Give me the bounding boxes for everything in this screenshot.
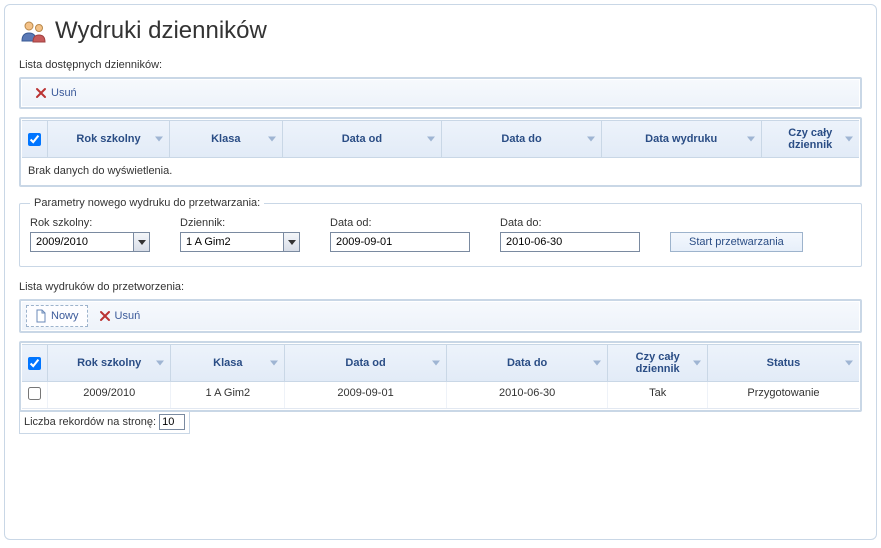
row-class: 1 A Gim2 — [171, 382, 285, 408]
records-input[interactable] — [159, 414, 185, 430]
processing-toolbar-panel: Nowy Usuń — [19, 299, 862, 333]
records-per-page: Liczba rekordów na stronę: — [19, 411, 190, 434]
people-icon — [19, 19, 47, 43]
col-class-2[interactable]: Klasa — [171, 345, 285, 381]
sort-icon — [432, 361, 440, 366]
sort-icon — [427, 137, 435, 142]
new-doc-icon — [35, 309, 47, 323]
sort-icon — [270, 361, 278, 366]
delete-button-2[interactable]: Usuń — [90, 306, 150, 326]
sort-icon — [593, 361, 601, 366]
processing-grid: Rok szkolny Klasa Data od Data do Czy ca… — [19, 341, 862, 412]
date-from-input[interactable] — [330, 232, 470, 252]
journal-label: Dziennik: — [180, 217, 300, 229]
param-date-from: Data od: — [330, 217, 470, 252]
params-fieldset: Parametry nowego wydruku do przetwarzani… — [19, 197, 862, 267]
col-year[interactable]: Rok szkolny — [48, 121, 170, 157]
param-date-to: Data do: — [500, 217, 640, 252]
col-class[interactable]: Klasa — [170, 121, 283, 157]
sort-icon — [845, 361, 853, 366]
row-whole: Tak — [608, 382, 708, 408]
row-date-to: 2010-06-30 — [447, 382, 609, 408]
row-checkbox-cell[interactable] — [22, 382, 48, 408]
col-print-date[interactable]: Data wydruku — [602, 121, 762, 157]
col-whole-2[interactable]: Czy cały dziennik — [608, 345, 708, 381]
year-value: 2009/2010 — [31, 236, 133, 248]
row-status: Przygotowanie — [708, 382, 859, 408]
date-from-label: Data od: — [330, 217, 470, 229]
col-whole[interactable]: Czy cały dziennik — [762, 121, 859, 157]
start-processing-button[interactable]: Start przetwarzania — [670, 232, 803, 252]
new-label: Nowy — [51, 310, 79, 322]
sort-icon — [268, 137, 276, 142]
table-row[interactable]: 2009/2010 1 A Gim2 2009-09-01 2010-06-30… — [22, 382, 859, 409]
page-title: Wydruki dzienników — [55, 17, 267, 45]
col-date-to-2[interactable]: Data do — [447, 345, 609, 381]
journal-value: 1 A Gim2 — [181, 236, 283, 248]
year-select[interactable]: 2009/2010 — [30, 232, 150, 252]
col-status[interactable]: Status — [708, 345, 859, 381]
params-legend: Parametry nowego wydruku do przetwarzani… — [30, 197, 264, 209]
date-to-input[interactable] — [500, 232, 640, 252]
delete-button[interactable]: Usuń — [26, 83, 86, 103]
row-checkbox[interactable] — [28, 387, 41, 400]
new-button[interactable]: Nowy — [26, 305, 88, 327]
grid-head-available: Rok szkolny Klasa Data od Data do Data w… — [22, 120, 859, 158]
sort-icon — [156, 361, 164, 366]
chevron-down-icon — [133, 233, 149, 251]
row-year: 2009/2010 — [48, 382, 171, 408]
delete-icon — [99, 310, 111, 322]
col-checkbox[interactable] — [22, 121, 48, 157]
checkbox-all-available[interactable] — [28, 133, 41, 146]
delete-label-2: Usuń — [115, 310, 141, 322]
col-year-2[interactable]: Rok szkolny — [48, 345, 171, 381]
toolbar-processing: Nowy Usuń — [22, 302, 859, 330]
records-label: Liczba rekordów na stronę: — [24, 416, 156, 428]
processing-list-label: Lista wydruków do przetworzenia: — [19, 281, 862, 293]
checkbox-all-processing[interactable] — [28, 357, 41, 370]
sort-icon — [587, 137, 595, 142]
page-container: Wydruki dzienników Lista dostępnych dzie… — [4, 4, 877, 540]
available-journals-toolbar-panel: Usuń — [19, 77, 862, 109]
row-date-from: 2009-09-01 — [285, 382, 447, 408]
col-date-to[interactable]: Data do — [442, 121, 602, 157]
col-date-from[interactable]: Data od — [283, 121, 443, 157]
sort-icon — [155, 137, 163, 142]
year-label: Rok szkolny: — [30, 217, 150, 229]
param-start: Start przetwarzania — [670, 232, 803, 252]
sort-icon — [693, 361, 701, 366]
delete-icon — [35, 87, 47, 99]
col-checkbox-2[interactable] — [22, 345, 48, 381]
chevron-down-icon — [283, 233, 299, 251]
col-date-from-2[interactable]: Data od — [285, 345, 447, 381]
sort-icon — [845, 137, 853, 142]
toolbar-available: Usuń — [22, 80, 859, 106]
available-journals-label: Lista dostępnych dzienników: — [19, 59, 862, 71]
grid-empty-text: Brak danych do wyświetlenia. — [22, 158, 859, 184]
available-journals-grid: Rok szkolny Klasa Data od Data do Data w… — [19, 117, 862, 187]
params-row: Rok szkolny: 2009/2010 Dziennik: 1 A Gim… — [30, 217, 851, 252]
param-year: Rok szkolny: 2009/2010 — [30, 217, 150, 252]
delete-label: Usuń — [51, 87, 77, 99]
date-to-label: Data do: — [500, 217, 640, 229]
param-journal: Dziennik: 1 A Gim2 — [180, 217, 300, 252]
sort-icon — [747, 137, 755, 142]
page-header: Wydruki dzienników — [19, 17, 862, 45]
journal-select[interactable]: 1 A Gim2 — [180, 232, 300, 252]
grid-head-processing: Rok szkolny Klasa Data od Data do Czy ca… — [22, 344, 859, 382]
